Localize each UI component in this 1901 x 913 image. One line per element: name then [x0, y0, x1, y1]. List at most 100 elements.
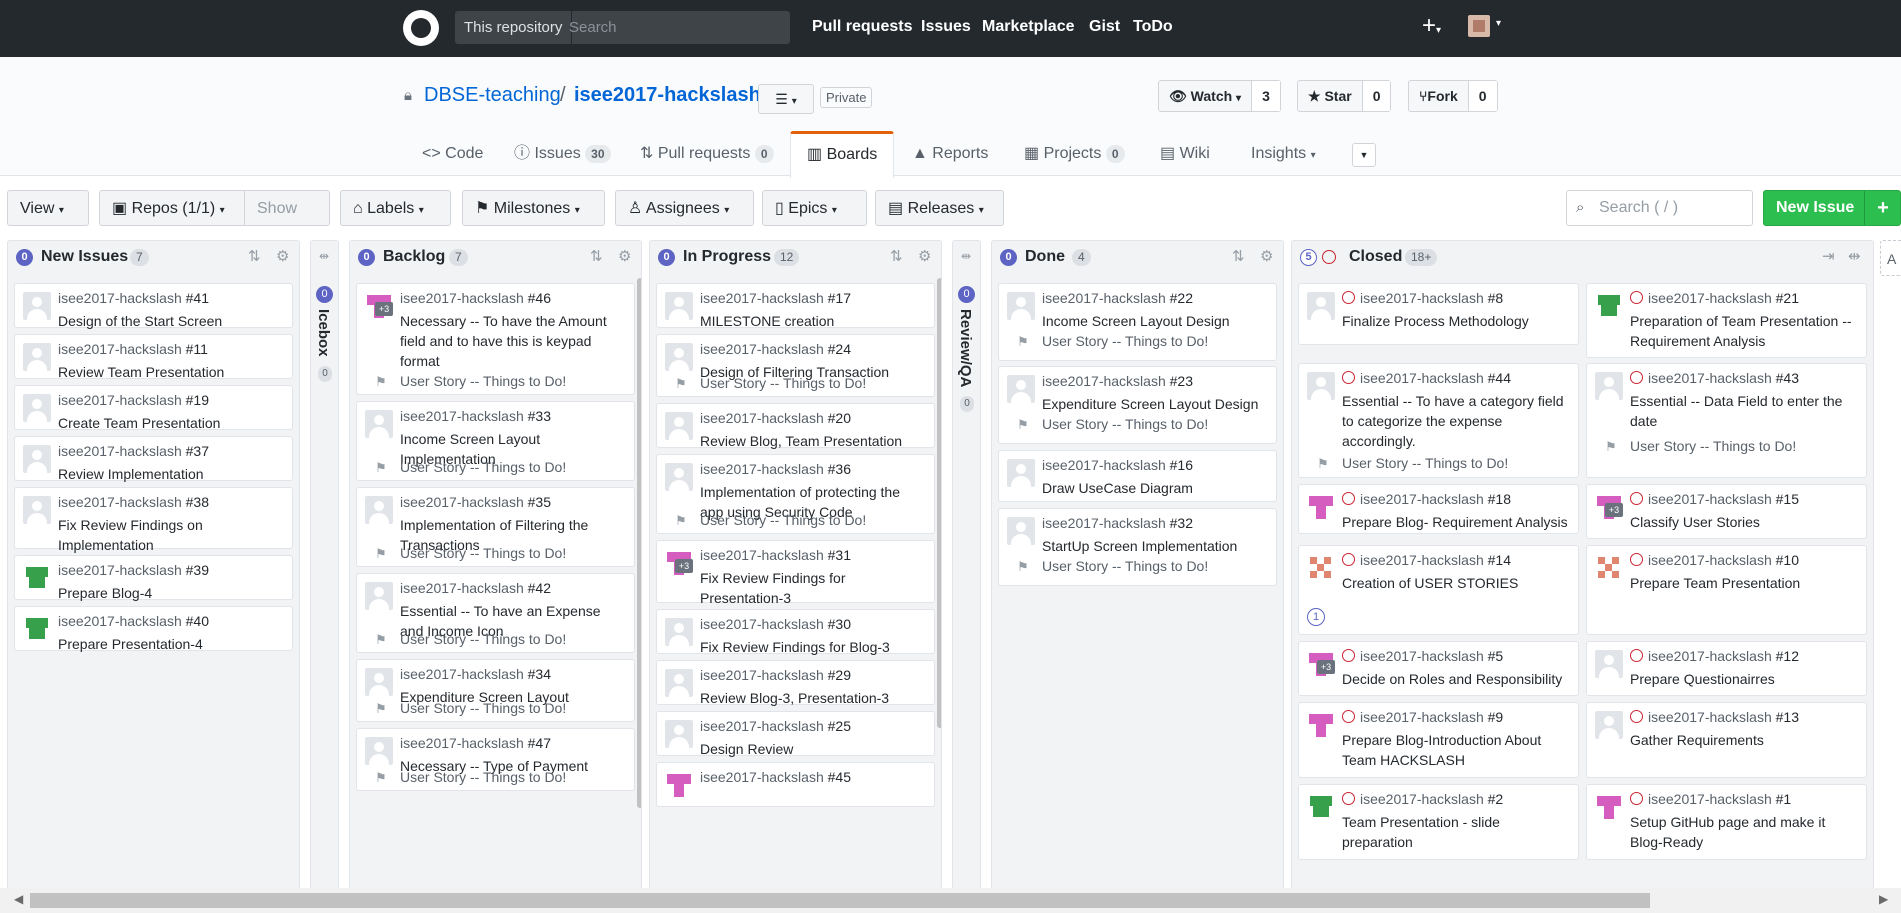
- column-icebox[interactable]: ⇹ 0 Icebox 0: [310, 240, 339, 890]
- board-search-input[interactable]: ⌕ Search ( / ): [1566, 190, 1753, 226]
- watch-button[interactable]: 👁 Watch ▾ 3: [1158, 80, 1281, 112]
- tab-pull-requests[interactable]: ⇅ Pull requests 0: [640, 133, 774, 175]
- new-issue-button[interactable]: New Issue +: [1763, 190, 1901, 226]
- gear-icon[interactable]: ⚙: [618, 247, 631, 265]
- repos-button[interactable]: ▣ Repos (1/1) ▾: [99, 190, 245, 226]
- issue-card[interactable]: isee2017-hackslash #10 Prepare Team Prese…: [1586, 545, 1867, 635]
- issue-card[interactable]: isee2017-hackslash #34 Expenditure Screen…: [356, 659, 635, 722]
- epics-button[interactable]: ▯ Epics ▾: [762, 190, 867, 226]
- column-scrollbar[interactable]: [937, 278, 941, 728]
- releases-button[interactable]: ▤ Releases ▾: [875, 190, 1004, 226]
- tab-issues[interactable]: ⓘ Issues 30: [514, 133, 611, 175]
- issue-card[interactable]: isee2017-hackslash #40 Prepare Presentati…: [14, 606, 293, 652]
- issue-card[interactable]: isee2017-hackslash #47 Necessary -- Type …: [356, 728, 635, 791]
- issue-card[interactable]: isee2017-hackslash #42 Essential -- To ha…: [356, 573, 635, 653]
- issue-card[interactable]: isee2017-hackslash #38 Fix Review Finding…: [14, 487, 293, 553]
- tab-insights[interactable]: Insights ▾: [1251, 133, 1316, 175]
- issue-card[interactable]: isee2017-hackslash #35 Implementation of …: [356, 487, 635, 567]
- tab-reports[interactable]: ▲ Reports: [912, 133, 988, 175]
- issue-card[interactable]: isee2017-hackslash #32 StartUp Screen Imp…: [998, 508, 1277, 586]
- watch-count[interactable]: 3: [1251, 81, 1280, 111]
- issue-card[interactable]: isee2017-hackslash #14 Creation of USER S…: [1298, 545, 1579, 635]
- sort-icon[interactable]: ⇅: [590, 247, 603, 265]
- collapse-icon[interactable]: ⇥: [1822, 247, 1835, 265]
- plus-icon[interactable]: +▾: [1422, 12, 1441, 40]
- scroll-right-icon[interactable]: ▶: [1879, 892, 1888, 906]
- repo-owner-link[interactable]: DBSE-teaching: [424, 84, 561, 107]
- issue-card[interactable]: isee2017-hackslash #36 Implementation of …: [656, 454, 935, 534]
- star-button[interactable]: ★ Star 0: [1297, 80, 1392, 112]
- issue-card[interactable]: isee2017-hackslash #43 Essential -- Data …: [1586, 363, 1867, 478]
- issue-card[interactable]: isee2017-hackslash #12 Prepare Questionai…: [1586, 641, 1867, 696]
- issue-card[interactable]: isee2017-hackslash #18 Prepare Blog- Requ…: [1298, 484, 1579, 534]
- tab-code[interactable]: <> Code: [422, 133, 483, 175]
- issue-card[interactable]: +3 isee2017-hackslash #31 Fix Review Findi…: [656, 540, 935, 606]
- issue-card[interactable]: isee2017-hackslash #23 Expenditure Screen…: [998, 366, 1277, 444]
- tab-boards[interactable]: ▥ Boards: [790, 131, 895, 178]
- pin-icon[interactable]: ⇹: [319, 249, 329, 263]
- issue-card[interactable]: isee2017-hackslash #44 Essential -- To ha…: [1298, 363, 1579, 478]
- column-scrollbar[interactable]: [637, 278, 641, 808]
- nav-todo[interactable]: ToDo: [1133, 18, 1173, 36]
- nav-issues[interactable]: Issues: [921, 18, 971, 36]
- issue-card[interactable]: isee2017-hackslash #13 Gather Requirement…: [1586, 702, 1867, 778]
- assignees-button[interactable]: ♙ Assignees ▾: [615, 190, 754, 226]
- issue-card[interactable]: isee2017-hackslash #1 Setup GitHub page a…: [1586, 784, 1867, 860]
- sort-icon[interactable]: ⇅: [1232, 247, 1245, 265]
- sort-icon[interactable]: ⇅: [248, 247, 261, 265]
- issue-card[interactable]: isee2017-hackslash #11 Review Team Presen…: [14, 334, 293, 380]
- sort-icon[interactable]: ⇅: [890, 247, 903, 265]
- issue-card[interactable]: isee2017-hackslash #37 Review Implementat…: [14, 436, 293, 482]
- repo-name-link[interactable]: isee2017-hackslash: [574, 84, 761, 107]
- search-box[interactable]: This repository Search: [455, 11, 790, 44]
- star-count[interactable]: 0: [1361, 81, 1391, 111]
- pin-icon[interactable]: ⇹: [1848, 247, 1861, 265]
- issue-card[interactable]: isee2017-hackslash #25 Design Review: [656, 711, 935, 757]
- pin-icon[interactable]: ⇹: [961, 249, 971, 263]
- scrollbar-thumb[interactable]: [30, 893, 1650, 908]
- search-input[interactable]: Search: [569, 11, 617, 44]
- avatar[interactable]: [1468, 15, 1490, 37]
- issue-card[interactable]: isee2017-hackslash #21 Preparation of Tea…: [1586, 283, 1867, 358]
- fork-button[interactable]: ⑂Fork 0: [1408, 80, 1498, 112]
- issue-card[interactable]: isee2017-hackslash #22 Income Screen Layo…: [998, 283, 1277, 361]
- horizontal-scrollbar[interactable]: ◀ ▶: [0, 888, 1901, 913]
- issue-card[interactable]: isee2017-hackslash #9 Prepare Blog-Introd…: [1298, 702, 1579, 778]
- scroll-left-icon[interactable]: ◀: [14, 892, 23, 906]
- issue-card[interactable]: isee2017-hackslash #2 Team Presentation -…: [1298, 784, 1579, 860]
- issue-card[interactable]: isee2017-hackslash #33 Income Screen Layo…: [356, 401, 635, 481]
- nav-marketplace[interactable]: Marketplace: [982, 18, 1075, 36]
- issue-card[interactable]: isee2017-hackslash #19 Create Team Presen…: [14, 385, 293, 431]
- issue-card[interactable]: isee2017-hackslash #8 Finalize Process Me…: [1298, 283, 1579, 345]
- issue-card[interactable]: isee2017-hackslash #24 Design of Filterin…: [656, 334, 935, 397]
- issue-card[interactable]: +3 isee2017-hackslash #15 Classify User St…: [1586, 484, 1867, 539]
- nav-gist[interactable]: Gist: [1089, 18, 1120, 36]
- gear-icon[interactable]: ⚙: [1260, 247, 1273, 265]
- tab-projects[interactable]: ▦ Projects 0: [1024, 133, 1125, 175]
- issue-card[interactable]: isee2017-hackslash #30 Fix Review Finding…: [656, 609, 935, 655]
- fork-count[interactable]: 0: [1467, 81, 1497, 111]
- gear-icon[interactable]: ⚙: [918, 247, 931, 265]
- issue-card[interactable]: isee2017-hackslash #20 Review Blog, Team …: [656, 403, 935, 449]
- nav-pull-requests[interactable]: Pull requests: [812, 18, 912, 36]
- view-button[interactable]: View ▾: [7, 190, 89, 226]
- column-review-qa[interactable]: ⇹ 0 Review/QA 0: [952, 240, 981, 890]
- milestones-button[interactable]: ⚑ Milestones ▾: [462, 190, 605, 226]
- chevron-down-icon[interactable]: ▾: [1496, 18, 1501, 29]
- github-logo-icon[interactable]: [403, 10, 439, 46]
- chevron-down-icon[interactable]: ▼: [1352, 143, 1376, 167]
- add-icon[interactable]: +: [1864, 191, 1901, 225]
- issue-card[interactable]: isee2017-hackslash #17 MILESTONE creation: [656, 283, 935, 329]
- gear-icon[interactable]: ⚙: [276, 247, 289, 265]
- labels-button[interactable]: ⌂ Labels ▾: [340, 190, 451, 226]
- show-one-button[interactable]: Show one: [244, 190, 330, 253]
- issue-card[interactable]: +3 isee2017-hackslash #5 Decide on Roles a…: [1298, 641, 1579, 696]
- issue-card[interactable]: isee2017-hackslash #45: [656, 762, 935, 807]
- issue-card[interactable]: isee2017-hackslash #29 Review Blog-3, Pre…: [656, 660, 935, 706]
- issue-card[interactable]: isee2017-hackslash #16 Draw UseCase Diagr…: [998, 450, 1277, 502]
- next-column-peek[interactable]: A: [1880, 240, 1901, 276]
- list-menu-button[interactable]: ☰ ▾: [758, 84, 814, 114]
- issue-card[interactable]: isee2017-hackslash #41 Design of the Star…: [14, 283, 293, 329]
- issue-card[interactable]: isee2017-hackslash #39 Prepare Blog-4: [14, 555, 293, 601]
- issue-card[interactable]: +3 isee2017-hackslash #46 Necessary -- To …: [356, 283, 635, 395]
